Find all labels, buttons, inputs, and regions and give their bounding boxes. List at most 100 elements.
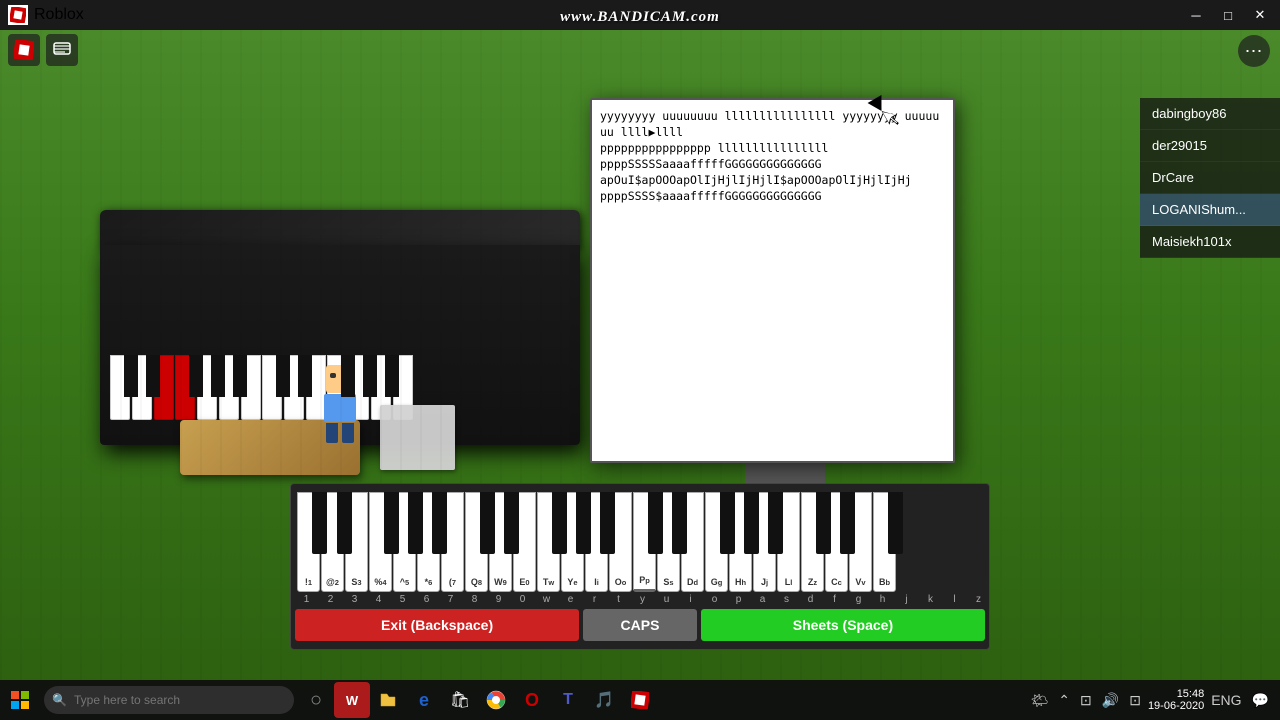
- taskbar-app-opera[interactable]: O: [514, 682, 550, 718]
- more-options-button[interactable]: ⋯: [1238, 35, 1270, 67]
- black-key[interactable]: [816, 492, 831, 554]
- scene-box: [380, 405, 455, 470]
- scene-black-key: [298, 355, 312, 397]
- black-key[interactable]: [504, 492, 519, 554]
- player-item[interactable]: DrCare: [1140, 162, 1280, 194]
- black-key[interactable]: [576, 492, 591, 554]
- chat-icon[interactable]: [46, 34, 78, 66]
- player-item-highlighted[interactable]: LOGANIShum...: [1140, 194, 1280, 226]
- piano-action-buttons: Exit (Backspace) CAPS Sheets (Space): [291, 605, 989, 641]
- label: k: [919, 594, 942, 605]
- label: f: [823, 594, 846, 605]
- black-key[interactable]: [840, 492, 855, 554]
- minimize-button[interactable]: ─: [1182, 1, 1210, 29]
- black-key[interactable]: [384, 492, 399, 554]
- label: i: [679, 594, 702, 605]
- black-key[interactable]: [888, 492, 903, 554]
- taskbar-app-files[interactable]: [370, 682, 406, 718]
- sheets-space-button[interactable]: Sheets (Space): [701, 609, 985, 641]
- taskbar-app-teams[interactable]: T: [550, 682, 586, 718]
- volume-icon[interactable]: 🔊: [1099, 692, 1122, 709]
- game-background: yyyyyyyy uuuuuuuu llllllllllllllll yyyyy…: [0, 30, 1280, 690]
- label: 4: [367, 594, 390, 605]
- start-button[interactable]: [0, 680, 40, 720]
- expand-icon[interactable]: ⌃: [1055, 692, 1073, 709]
- scene-black-key: [124, 355, 138, 397]
- label: h: [871, 594, 894, 605]
- black-key[interactable]: [672, 492, 687, 554]
- label: u: [655, 594, 678, 605]
- black-key[interactable]: [744, 492, 759, 554]
- label: 7: [439, 594, 462, 605]
- system-clock[interactable]: 15:48 19-06-2020: [1148, 688, 1204, 712]
- top-right-toolbar: ⋯: [1238, 35, 1270, 67]
- label: 6: [415, 594, 438, 605]
- label: d: [799, 594, 822, 605]
- scene-piano-keys: [110, 355, 570, 425]
- search-wrapper: 🔍: [44, 686, 294, 714]
- title-bar-controls: ─ □ ✕: [1182, 1, 1280, 29]
- taskbar-app-chrome[interactable]: [478, 682, 514, 718]
- label: 0: [511, 594, 534, 605]
- network-icon[interactable]: ⊡: [1077, 692, 1095, 709]
- scene-black-key: [363, 355, 377, 397]
- scene-black-key: [211, 355, 225, 397]
- black-key[interactable]: [648, 492, 663, 554]
- label: l: [943, 594, 966, 605]
- top-toolbar: [0, 30, 120, 70]
- label: t: [607, 594, 630, 605]
- title-bar: Roblox www.BANDICAM.com ─ □ ✕: [0, 0, 1280, 30]
- label: 9: [487, 594, 510, 605]
- lang-indicator[interactable]: ENG: [1208, 692, 1244, 708]
- search-icon: 🔍: [52, 693, 67, 707]
- windows-taskbar: 🔍 ○ W e 🛍 O T 🎵 🌤 ⌃ ⊡ 🔊 ⊡: [0, 680, 1280, 720]
- player-character: [315, 365, 365, 445]
- player-item[interactable]: der29015: [1140, 130, 1280, 162]
- roblox-logo-button[interactable]: [8, 34, 40, 66]
- sheet-music-panel: yyyyyyyy uuuuuuuu llllllllllllllll yyyyy…: [590, 98, 955, 463]
- taskbar-search-input[interactable]: [44, 686, 294, 714]
- scene-black-key: [189, 355, 203, 397]
- scene-black-key: [233, 355, 247, 397]
- label: e: [559, 594, 582, 605]
- label: 5: [391, 594, 414, 605]
- piano-bench: [180, 420, 360, 475]
- black-key[interactable]: [600, 492, 615, 554]
- player-item[interactable]: dabingboy86: [1140, 98, 1280, 130]
- label: 1: [295, 594, 318, 605]
- window-title: Roblox: [34, 6, 84, 24]
- player-list: dabingboy86 der29015 DrCare LOGANIShum..…: [1140, 98, 1280, 258]
- notifications-icon[interactable]: 💬: [1249, 692, 1272, 709]
- black-key[interactable]: [480, 492, 495, 554]
- label: a: [751, 594, 774, 605]
- taskbar-app-w[interactable]: W: [334, 682, 370, 718]
- black-key[interactable]: [312, 492, 327, 554]
- keyboard-keys-container: !1 @2 S3 %4 ^5 *6 (7 Q8 W9 E0 Tw: [291, 484, 989, 594]
- black-key[interactable]: [552, 492, 567, 554]
- close-button[interactable]: ✕: [1246, 1, 1274, 29]
- label: 8: [463, 594, 486, 605]
- black-key[interactable]: [408, 492, 423, 554]
- weather-icon[interactable]: 🌤: [1028, 692, 1052, 709]
- maximize-button[interactable]: □: [1214, 1, 1242, 29]
- black-key[interactable]: [720, 492, 735, 554]
- label: g: [847, 594, 870, 605]
- bandicam-watermark: www.BANDICAM.com: [560, 8, 720, 26]
- battery-icon[interactable]: ⊡: [1126, 692, 1144, 709]
- taskbar-app-store[interactable]: 🛍: [442, 682, 478, 718]
- scene-black-key: [276, 355, 290, 397]
- caps-button[interactable]: CAPS: [583, 609, 697, 641]
- roblox-app-icon: [8, 5, 28, 25]
- player-item[interactable]: Maisiekh101x: [1140, 226, 1280, 258]
- taskbar-app-music[interactable]: 🎵: [586, 682, 622, 718]
- taskbar-app-roblox[interactable]: [622, 682, 658, 718]
- black-key[interactable]: [768, 492, 783, 554]
- black-key[interactable]: [432, 492, 447, 554]
- black-key[interactable]: [337, 492, 352, 554]
- label: p: [727, 594, 750, 605]
- label: y: [631, 594, 654, 605]
- taskbar-app-edge[interactable]: e: [406, 682, 442, 718]
- exit-backspace-button[interactable]: Exit (Backspace): [295, 609, 579, 641]
- piano-body: [100, 245, 580, 445]
- cortana-button[interactable]: ○: [298, 682, 334, 718]
